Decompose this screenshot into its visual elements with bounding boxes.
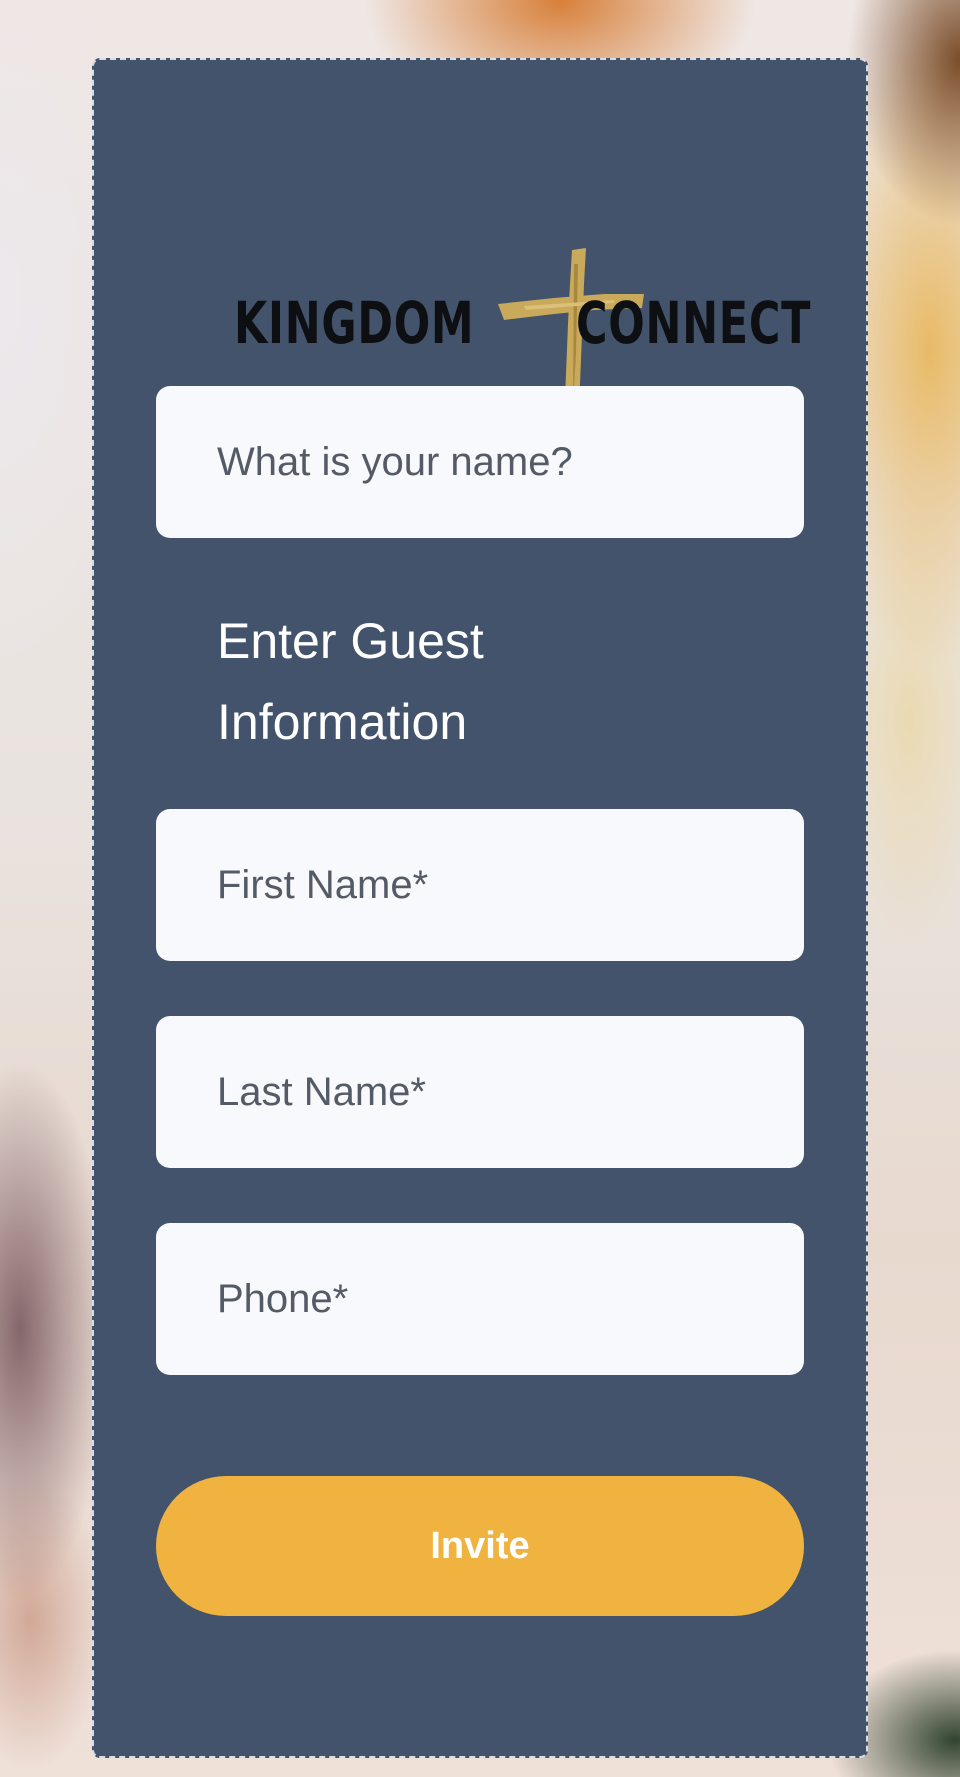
your-name-input[interactable] <box>156 386 804 538</box>
logo-text-right: CONNECT <box>576 289 812 357</box>
logo-text-left: KINGDOM <box>234 289 475 357</box>
guest-invite-card: KINGDOM CONNECT Enter Guest Information … <box>92 58 868 1758</box>
invite-button[interactable]: Invite <box>156 1476 804 1616</box>
kingdom-connect-logo: KINGDOM CONNECT <box>164 156 810 422</box>
phone-input[interactable] <box>156 1223 804 1375</box>
last-name-input[interactable] <box>156 1016 804 1168</box>
section-title: Enter Guest Information <box>217 613 484 750</box>
first-name-input[interactable] <box>156 809 804 961</box>
